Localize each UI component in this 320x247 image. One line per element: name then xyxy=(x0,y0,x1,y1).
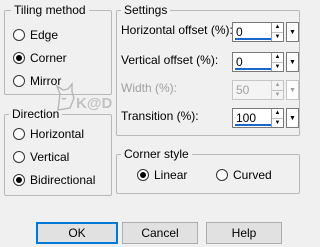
corner-style-title: Corner style xyxy=(121,147,192,161)
radio-horizontal-circle[interactable] xyxy=(13,128,25,140)
radio-vertical-circle[interactable] xyxy=(13,151,25,163)
radio-linear-label: Linear xyxy=(154,168,188,182)
radio-mirror-circle[interactable] xyxy=(13,75,25,87)
spin-up-icon[interactable]: ▲ xyxy=(272,23,283,33)
spin-down-icon[interactable]: ▼ xyxy=(272,63,283,72)
radio-bidirectional-label: Bidirectional xyxy=(30,173,96,187)
transition-label: Transition (%): xyxy=(121,109,199,123)
cat-watermark-logo: K@D xyxy=(54,80,116,117)
radio-vertical[interactable]: Vertical xyxy=(13,150,69,164)
tiling-method-title: Tiling method xyxy=(11,3,89,17)
chevron-down-icon: ▼ xyxy=(289,28,296,36)
horizontal-offset-dropdown[interactable]: ▼ xyxy=(286,22,299,42)
radio-horizontal-label: Horizontal xyxy=(30,127,85,141)
transition-spinbox[interactable]: 100 ▲ ▼ xyxy=(232,108,284,128)
radio-bidirectional[interactable]: Bidirectional xyxy=(13,173,95,187)
horizontal-offset-label: Horizontal offset (%): xyxy=(121,23,233,37)
width-dropdown: ▼ xyxy=(286,80,299,100)
width-value: 50 xyxy=(236,83,250,97)
horizontal-offset-spinbox[interactable]: 0 ▲ ▼ xyxy=(232,22,284,42)
vertical-offset-level-bar xyxy=(235,68,271,70)
spin-up-icon[interactable]: ▲ xyxy=(272,109,283,119)
chevron-down-icon: ▼ xyxy=(289,114,296,122)
chevron-down-icon: ▼ xyxy=(289,58,296,66)
horizontal-offset-spin-arrows[interactable]: ▲ ▼ xyxy=(271,23,283,41)
width-spin-arrows: ▲ ▼ xyxy=(271,81,283,99)
width-spinbox: 50 ▲ ▼ xyxy=(232,80,284,100)
radio-curved-label: Curved xyxy=(233,168,272,182)
transition-dropdown[interactable]: ▼ xyxy=(286,108,299,128)
vertical-offset-spinbox[interactable]: 0 ▲ ▼ xyxy=(232,52,284,72)
radio-linear[interactable]: Linear xyxy=(137,168,187,182)
direction-group: Direction Horizontal Vertical Bidirectio… xyxy=(4,107,112,196)
radio-bidirectional-circle[interactable] xyxy=(13,174,25,186)
settings-title: Settings xyxy=(121,3,171,17)
radio-edge-label: Edge xyxy=(30,28,59,42)
radio-vertical-label: Vertical xyxy=(30,150,70,164)
radio-curved-circle[interactable] xyxy=(216,169,228,181)
cat-watermark-icon: K@D xyxy=(55,82,112,112)
horizontal-offset-value: 0 xyxy=(236,25,243,39)
chevron-down-icon: ▼ xyxy=(289,86,296,94)
radio-curved[interactable]: Curved xyxy=(216,168,272,182)
spin-up-icon[interactable]: ▲ xyxy=(272,53,283,63)
radio-corner-label: Corner xyxy=(30,51,67,65)
spin-down-icon[interactable]: ▼ xyxy=(272,33,283,42)
radio-horizontal[interactable]: Horizontal xyxy=(13,127,84,141)
spin-up-icon: ▲ xyxy=(272,81,283,91)
radio-corner-circle[interactable] xyxy=(13,52,25,64)
radio-edge[interactable]: Edge xyxy=(13,28,58,42)
radio-corner[interactable]: Corner xyxy=(13,51,67,65)
ok-button[interactable]: OK xyxy=(36,222,118,244)
spin-down-icon: ▼ xyxy=(274,91,281,98)
vertical-offset-value: 0 xyxy=(236,55,243,69)
spin-down-icon[interactable]: ▼ xyxy=(272,119,283,128)
transition-spin-arrows[interactable]: ▲ ▼ xyxy=(271,109,283,127)
radio-edge-circle[interactable] xyxy=(13,29,25,41)
radio-linear-circle[interactable] xyxy=(137,169,149,181)
corner-style-group: Corner style Linear Curved xyxy=(116,147,300,194)
vertical-offset-dropdown[interactable]: ▼ xyxy=(286,52,299,72)
help-button[interactable]: Help xyxy=(206,222,282,244)
horizontal-offset-level-bar xyxy=(235,38,271,40)
watermark-text: K@D xyxy=(76,95,112,112)
transition-level-bar xyxy=(235,124,272,126)
width-label: Width (%): xyxy=(121,81,178,95)
vertical-offset-label: Vertical offset (%): xyxy=(121,53,219,67)
transition-value: 100 xyxy=(236,111,257,125)
cancel-button[interactable]: Cancel xyxy=(122,222,198,244)
vertical-offset-spin-arrows[interactable]: ▲ ▼ xyxy=(271,53,283,71)
